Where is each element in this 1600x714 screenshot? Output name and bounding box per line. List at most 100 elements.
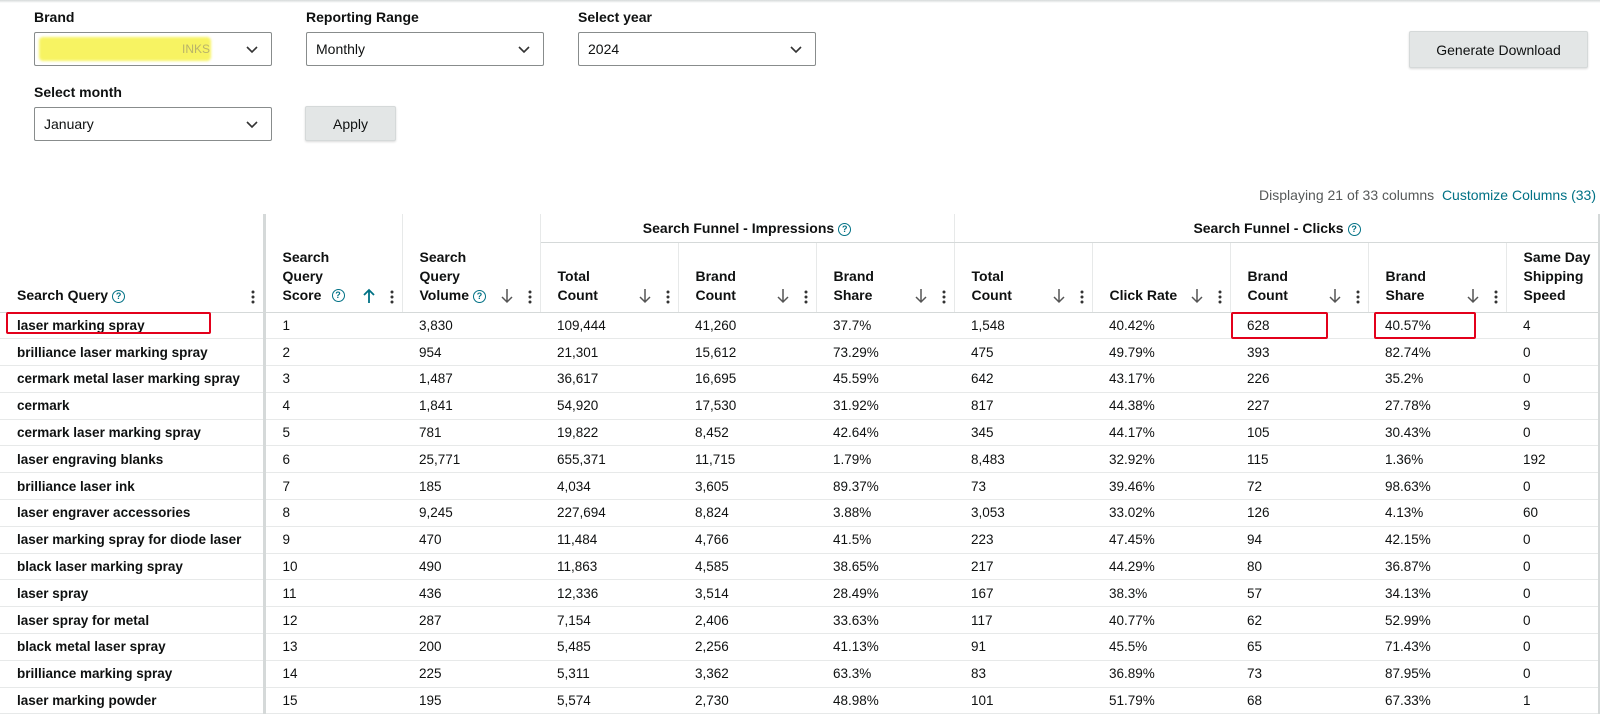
kebab-menu-icon[interactable] bbox=[390, 290, 394, 304]
help-icon[interactable]: ? bbox=[838, 222, 852, 236]
col-same-day-shipping[interactable]: Same Day Shipping Speed bbox=[1506, 242, 1600, 313]
col-clicks-brand-count[interactable]: Brand Count bbox=[1230, 242, 1369, 313]
select-month-select[interactable]: January bbox=[34, 107, 272, 141]
cell-clk-rate: 40.77% bbox=[1092, 606, 1230, 635]
help-icon[interactable]: ? bbox=[1347, 222, 1361, 236]
cell-search-query[interactable]: brilliance laser marking spray bbox=[0, 338, 266, 367]
cell-search-query[interactable]: black laser marking spray bbox=[0, 553, 266, 581]
col-search-query[interactable]: Search Query? bbox=[0, 214, 266, 313]
cell-search-query[interactable]: brilliance laser ink bbox=[0, 472, 266, 501]
cell-search-query[interactable]: laser spray for metal bbox=[0, 606, 266, 635]
cell-search-query[interactable]: laser engraving blanks bbox=[0, 445, 266, 474]
sort-descending-icon[interactable] bbox=[1052, 288, 1066, 304]
cell-search-query[interactable]: laser marking powder bbox=[0, 687, 266, 714]
sort-descending-icon[interactable] bbox=[914, 288, 928, 304]
cell-search-query[interactable]: laser marking spray for diode laser bbox=[0, 526, 266, 554]
generate-download-button[interactable]: Generate Download bbox=[1409, 31, 1588, 68]
cell-same-day: 0 bbox=[1506, 579, 1600, 608]
cell-search-query[interactable]: laser marking spray bbox=[0, 312, 266, 340]
cell-clk-brand-share: 82.74% bbox=[1368, 338, 1506, 367]
cell-search-query[interactable]: laser engraver accessories bbox=[0, 499, 266, 527]
col-clicks-total-count[interactable]: Total Count bbox=[954, 242, 1093, 313]
cell-score: 7 bbox=[264, 472, 402, 501]
cell-clk-rate: 40.42% bbox=[1092, 312, 1230, 340]
group-clicks: Search Funnel - Clicks? bbox=[954, 214, 1600, 243]
cell-same-day: 192 bbox=[1506, 445, 1600, 474]
help-icon[interactable]: ? bbox=[112, 289, 126, 303]
kebab-menu-icon[interactable] bbox=[804, 290, 808, 304]
cell-imp-brand-share: 41.13% bbox=[816, 633, 954, 661]
sort-descending-icon[interactable] bbox=[776, 288, 790, 304]
cell-clk-rate: 36.89% bbox=[1092, 660, 1230, 688]
reporting-range-select[interactable]: Monthly bbox=[306, 32, 544, 66]
cell-imp-brand-share: 89.37% bbox=[816, 472, 954, 501]
cell-clk-total: 642 bbox=[954, 365, 1092, 393]
cell-imp-brand-share: 33.63% bbox=[816, 606, 954, 635]
cell-search-query[interactable]: brilliance marking spray bbox=[0, 660, 266, 688]
table-row: cermark 4 1,841 54,920 17,530 31.92% 817 44.38%… bbox=[0, 392, 1600, 420]
sort-descending-icon[interactable] bbox=[638, 288, 652, 304]
kebab-menu-icon[interactable] bbox=[251, 290, 255, 304]
hdr-line: Brand bbox=[1385, 267, 1426, 284]
cell-clk-brand-share: 34.13% bbox=[1368, 579, 1506, 608]
cell-search-query[interactable]: black metal laser spray bbox=[0, 633, 266, 661]
cell-imp-brand-count: 2,730 bbox=[678, 687, 816, 714]
hdr-line: Count bbox=[971, 286, 1012, 303]
sort-descending-icon[interactable] bbox=[1190, 288, 1204, 304]
col-impressions-brand-count[interactable]: Brand Count bbox=[678, 242, 817, 313]
cell-clk-brand-count: 226 bbox=[1230, 365, 1368, 393]
col-clicks-brand-share[interactable]: Brand Share bbox=[1368, 242, 1507, 313]
reporting-range-label: Reporting Range bbox=[306, 9, 419, 25]
cell-clk-brand-share: 1.36% bbox=[1368, 445, 1506, 474]
kebab-menu-icon[interactable] bbox=[666, 290, 670, 304]
columns-count-text: Displaying 21 of 33 columns bbox=[1259, 187, 1435, 203]
sort-ascending-icon[interactable] bbox=[362, 288, 376, 304]
cell-clk-rate: 38.3% bbox=[1092, 579, 1230, 608]
sort-descending-icon[interactable] bbox=[1466, 288, 1480, 304]
cell-clk-brand-count: 126 bbox=[1230, 499, 1368, 527]
cell-imp-brand-count: 17,530 bbox=[678, 392, 816, 420]
cell-imp-total: 109,444 bbox=[540, 312, 678, 340]
help-icon[interactable]: ? bbox=[473, 289, 487, 303]
table-row: laser engraving blanks 6 25,771 655,371 11,7… bbox=[0, 445, 1600, 474]
kebab-menu-icon[interactable] bbox=[1494, 290, 1498, 304]
apply-button[interactable]: Apply bbox=[305, 106, 396, 141]
brand-select[interactable]: INKS bbox=[34, 32, 272, 66]
cell-imp-brand-share: 37.7% bbox=[816, 312, 954, 340]
cell-volume: 1,487 bbox=[402, 365, 540, 393]
cell-same-day: 0 bbox=[1506, 553, 1600, 581]
customize-columns-link[interactable]: Customize Columns (33) bbox=[1442, 187, 1596, 203]
cell-search-query[interactable]: cermark bbox=[0, 392, 266, 420]
col-impressions-brand-share[interactable]: Brand Share bbox=[816, 242, 955, 313]
cell-volume: 25,771 bbox=[402, 445, 540, 474]
cell-volume: 470 bbox=[402, 526, 540, 554]
sort-descending-icon[interactable] bbox=[1328, 288, 1342, 304]
cell-search-query[interactable]: cermark laser marking spray bbox=[0, 419, 266, 447]
cell-imp-brand-count: 16,695 bbox=[678, 365, 816, 393]
col-impressions-total-count[interactable]: Total Count bbox=[540, 242, 679, 313]
kebab-menu-icon[interactable] bbox=[942, 290, 946, 304]
cell-imp-brand-count: 8,824 bbox=[678, 499, 816, 527]
kebab-menu-icon[interactable] bbox=[1356, 290, 1360, 304]
cell-score: 15 bbox=[264, 687, 402, 714]
brand-label: Brand bbox=[34, 9, 75, 25]
hdr-line: Total bbox=[971, 267, 1004, 284]
cell-clk-brand-share: 27.78% bbox=[1368, 392, 1506, 420]
cell-imp-brand-count: 3,605 bbox=[678, 472, 816, 501]
cell-imp-brand-share: 38.65% bbox=[816, 553, 954, 581]
kebab-menu-icon[interactable] bbox=[1080, 290, 1084, 304]
cell-same-day: 0 bbox=[1506, 660, 1600, 688]
cell-clk-rate: 44.38% bbox=[1092, 392, 1230, 420]
kebab-menu-icon[interactable] bbox=[1218, 290, 1222, 304]
select-year-select[interactable]: 2024 bbox=[578, 32, 816, 66]
help-icon[interactable]: ? bbox=[331, 288, 345, 302]
sort-descending-icon[interactable] bbox=[500, 288, 514, 304]
kebab-menu-icon[interactable] bbox=[528, 290, 532, 304]
hdr-line: Volume bbox=[419, 286, 470, 303]
col-clicks-click-rate[interactable]: Click Rate bbox=[1092, 242, 1231, 313]
cell-search-query[interactable]: cermark metal laser marking spray bbox=[0, 365, 266, 393]
cell-search-query[interactable]: laser spray bbox=[0, 579, 266, 608]
hdr-line: Brand bbox=[833, 267, 874, 284]
col-search-query-score[interactable]: Search Query Score ? bbox=[264, 214, 403, 313]
col-search-query-volume[interactable]: Search Query Volume? bbox=[402, 214, 541, 313]
